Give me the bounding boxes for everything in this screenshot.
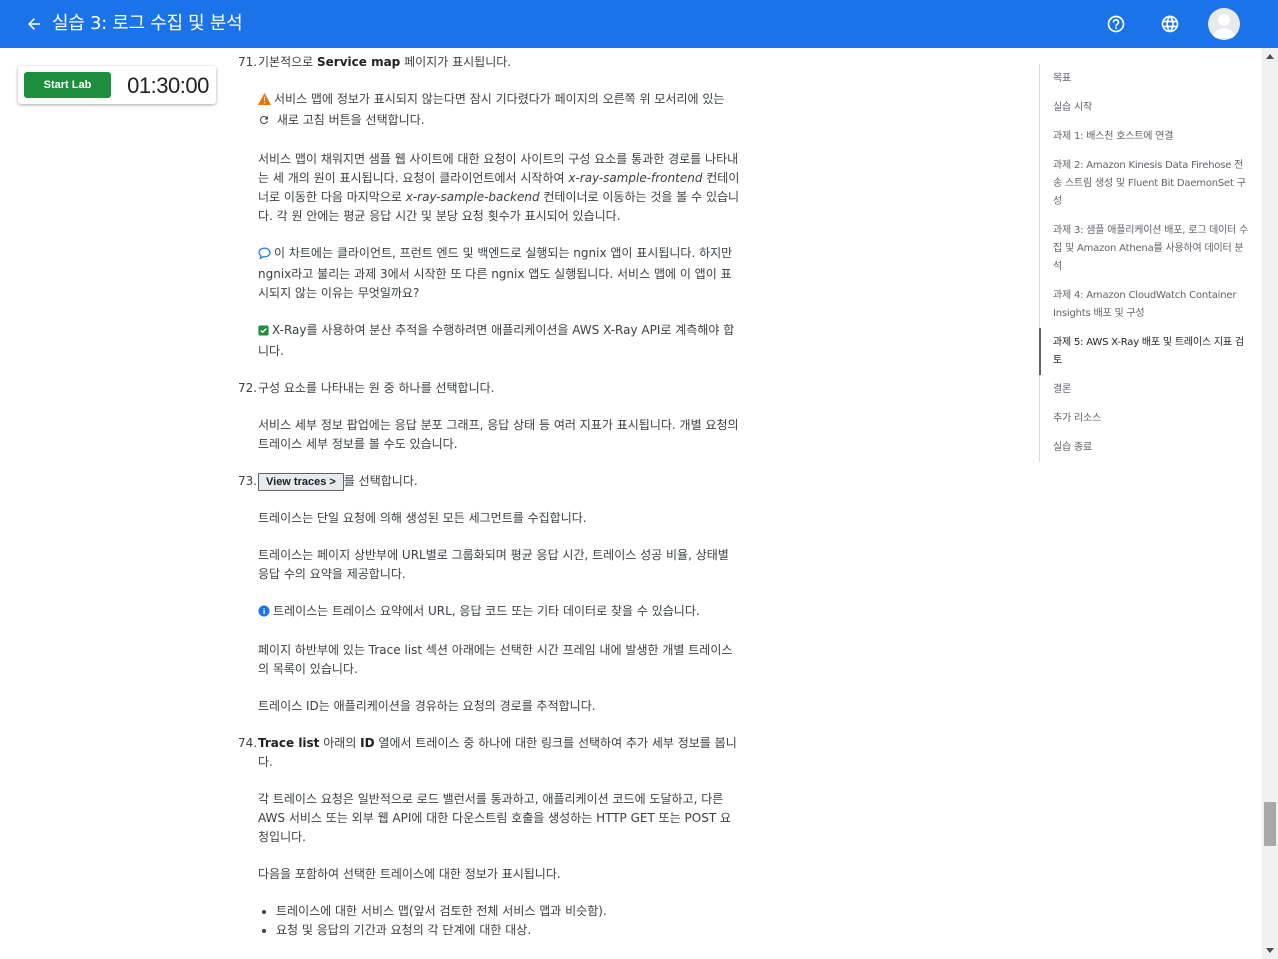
lab-timer: 01:30:00	[127, 73, 209, 98]
step-description: 트레이스는 단일 요청에 의해 생성된 모든 세그먼트를 수집합니다.	[258, 511, 587, 525]
speech-bubble-icon	[258, 246, 271, 265]
check-box-icon	[258, 323, 269, 342]
answer-note: X-Ray를 사용하여 분산 추적을 수행하려면 애플리케이션을 AWS X-R…	[258, 321, 740, 361]
step-text-mid: 아래의	[319, 736, 361, 750]
warning-note: 서비스 맵에 정보가 표시되지 않는다면 잠시 기다렸다가 페이지의 오른쪽 위…	[258, 90, 740, 132]
toc-item-task-4[interactable]: 과제 4: Amazon CloudWatch Container Insigh…	[1040, 281, 1249, 328]
view-traces-button[interactable]: View traces >	[258, 473, 344, 491]
step-73: 73. View traces > 를 선택합니다. 트레이스는 단일 요청에 의…	[238, 472, 748, 716]
step-text: View traces > 를 선택합니다.	[258, 472, 740, 491]
step-74: 74. Trace list 아래의 ID 열에서 트레이스 중 하나에 대한 …	[238, 734, 748, 940]
list-item: 트레이스에 대한 서비스 맵(앞서 검토한 전체 서비스 맵과 비슷함).	[276, 902, 748, 921]
language-button[interactable]	[1158, 12, 1182, 36]
step-text: 기본적으로 Service map 페이지가 표시됩니다.	[258, 53, 740, 72]
question-note: 이 차트에는 클라이언트, 프런트 엔드 및 백엔드로 실행되는 ngnix 앱…	[258, 244, 740, 303]
page-title: 실습 3: 로그 수집 및 분석	[52, 13, 243, 34]
question-text: 이 차트에는 클라이언트, 프런트 엔드 및 백엔드로 실행되는 ngnix 앱…	[258, 246, 733, 300]
step-description: 페이지 하반부에 있는 Trace list 섹션 아래에는 선택한 시간 프레…	[258, 643, 733, 676]
table-of-contents: 목표 실습 시작 과제 1: 배스천 호스트에 연결 과제 2: Amazon …	[1039, 64, 1249, 462]
vertical-scrollbar[interactable]	[1262, 48, 1278, 959]
info-circle-icon	[258, 604, 270, 623]
toc-item-start-lab[interactable]: 실습 시작	[1040, 93, 1249, 122]
toc-item-task-5[interactable]: 과제 5: AWS X-Ray 배포 및 트레이스 지표 검토	[1039, 328, 1249, 375]
account-avatar-icon	[1212, 14, 1236, 38]
info-text: 트레이스는 트레이스 요약에서 URL, 응답 코드 또는 기타 데이터로 찾을…	[273, 604, 700, 618]
scroll-up-arrow-icon[interactable]	[1266, 54, 1274, 59]
backend-container-name: x-ray-sample-backend	[405, 190, 540, 204]
help-button[interactable]	[1104, 12, 1128, 36]
step-number: 73.	[238, 474, 258, 488]
step-number: 72.	[238, 381, 258, 395]
step-number: 74.	[238, 736, 258, 750]
refresh-icon	[258, 113, 270, 132]
info-note: 트레이스는 트레이스 요약에서 URL, 응답 코드 또는 기타 데이터로 찾을…	[258, 602, 740, 623]
step-text: 구성 요소를 나타내는 원 중 하나를 선택합니다.	[258, 381, 495, 395]
step-text-pre: 기본적으로	[258, 55, 318, 69]
step-description: 다음을 포함하여 선택한 트레이스에 대한 정보가 표시됩니다.	[258, 867, 561, 881]
step-text: Trace list 아래의 ID 열에서 트레이스 중 하나에 대한 링크를 …	[258, 734, 740, 772]
step-text-post: 를 선택합니다.	[343, 474, 418, 488]
step-description: 서비스 세부 정보 팝업에는 응답 분포 그래프, 응답 상태 등 여러 지표가…	[258, 418, 739, 451]
toc-item-objectives[interactable]: 목표	[1040, 64, 1249, 93]
step-description: 트레이스는 페이지 상반부에 URL별로 그룹화되며 평균 응답 시간, 트레이…	[258, 548, 729, 581]
toc-item-conclusion[interactable]: 결론	[1040, 375, 1249, 404]
step-text-post: 페이지가 표시됩니다.	[400, 55, 512, 69]
step-text-bold: Service map	[317, 55, 401, 69]
service-map-description: 서비스 맵이 채워지면 샘플 웹 사이트에 대한 요청이 사이트의 구성 요소를…	[258, 150, 740, 226]
step-71: 71. 기본적으로 Service map 페이지가 표시됩니다. 서비스 맵에…	[238, 53, 748, 361]
start-lab-button[interactable]: Start Lab	[24, 72, 111, 98]
step-number: 71.	[238, 55, 258, 69]
help-circle-icon	[1107, 15, 1125, 33]
lab-instructions: 71. 기본적으로 Service map 페이지가 표시됩니다. 서비스 맵에…	[238, 48, 748, 959]
scroll-down-arrow-icon[interactable]	[1266, 948, 1274, 953]
id-bold: ID	[360, 736, 375, 750]
toc-item-task-2[interactable]: 과제 2: Amazon Kinesis Data Firehose 전송 스트…	[1040, 151, 1249, 216]
toc-item-task-3[interactable]: 과제 3: 샘플 애플리케이션 배포, 로그 데이터 수집 및 Amazon A…	[1040, 216, 1249, 281]
toc-item-task-1[interactable]: 과제 1: 배스천 호스트에 연결	[1040, 122, 1249, 151]
frontend-container-name: x-ray-sample-frontend	[568, 171, 703, 185]
trace-list-bold: Trace list	[258, 736, 320, 750]
arrow-left-icon	[28, 18, 40, 30]
step-72: 72. 구성 요소를 나타내는 원 중 하나를 선택합니다. 서비스 세부 정보…	[238, 379, 748, 454]
warning-triangle-icon	[258, 92, 271, 111]
step-description: 트레이스 ID는 애플리케이션을 경유하는 요청의 경로를 추적합니다.	[258, 699, 596, 713]
warning-text: 서비스 맵에 정보가 표시되지 않는다면 잠시 기다렸다가 페이지의 오른쪽 위…	[274, 92, 725, 106]
top-app-bar: 실습 3: 로그 수집 및 분석	[0, 0, 1278, 48]
toc-item-end-lab[interactable]: 실습 종료	[1040, 433, 1249, 462]
globe-icon	[1161, 15, 1179, 33]
account-avatar[interactable]	[1208, 8, 1240, 40]
toc-item-additional-resources[interactable]: 추가 리소스	[1040, 404, 1249, 433]
scrollbar-thumb[interactable]	[1264, 802, 1276, 846]
trace-info-list: 트레이스에 대한 서비스 맵(앞서 검토한 전체 서비스 맵과 비슷함). 요청…	[276, 902, 748, 940]
back-button[interactable]	[22, 12, 46, 36]
answer-text: X-Ray를 사용하여 분산 추적을 수행하려면 애플리케이션을 AWS X-R…	[258, 323, 735, 358]
lab-control-panel: Start Lab 01:30:00	[18, 66, 216, 104]
warning-text-end: 새로 고침 버튼을 선택합니다.	[273, 113, 425, 127]
list-item: 요청 및 응답의 기간과 요청의 각 단계에 대한 대상.	[276, 921, 748, 940]
step-description: 각 트레이스 요청은 일반적으로 로드 밸런서를 통과하고, 애플리케이션 코드…	[258, 792, 732, 844]
